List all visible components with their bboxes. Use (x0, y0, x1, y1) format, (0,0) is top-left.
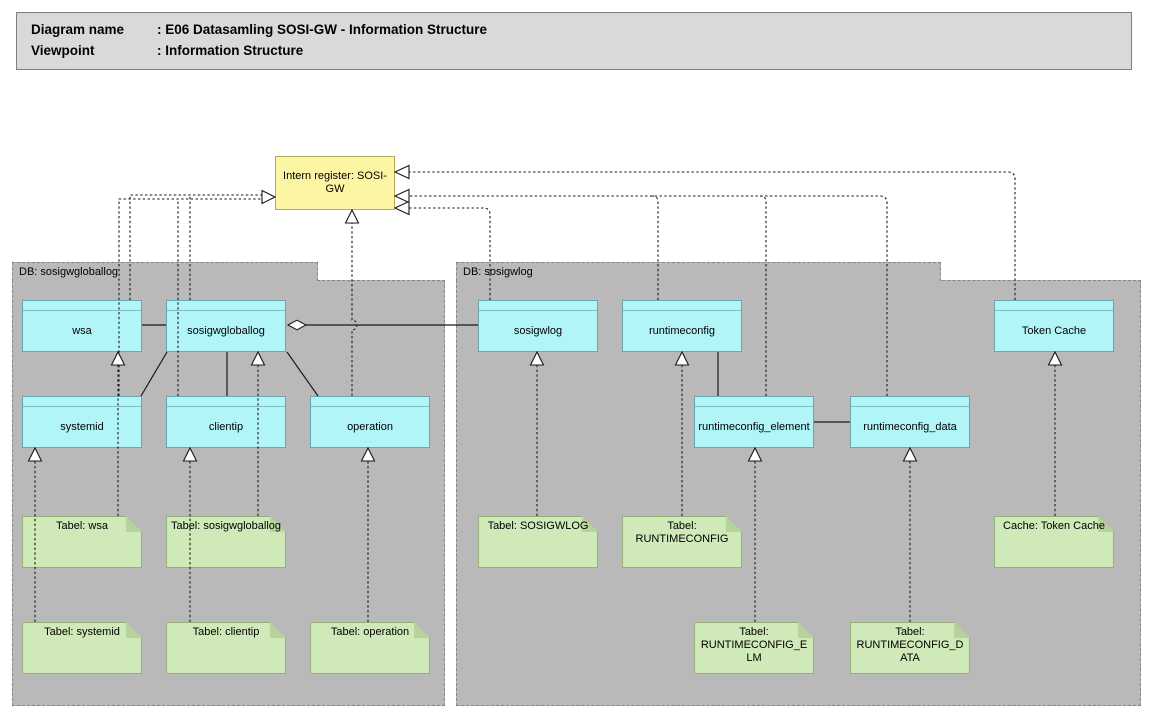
note-label: Tabel: RUNTIMECONFIG_DATA (854, 626, 966, 665)
object-runtimeconfig-data[interactable]: runtimeconfig_data (850, 396, 970, 448)
title-row-diagram-name: Diagram name : E06 Datasamling SOSI-GW -… (31, 19, 1131, 40)
note-tabel-runtimeconfig-elm[interactable]: Tabel: RUNTIMECONFIG_ELM (694, 622, 814, 674)
note-label: Cache: Token Cache (998, 520, 1110, 533)
note-tabel-clientip[interactable]: Tabel: clientip (166, 622, 286, 674)
object-header-band (167, 301, 285, 311)
realization-arrowhead-icon (395, 202, 409, 215)
object-label: operation (313, 407, 427, 447)
note-tabel-systemid[interactable]: Tabel: systemid (22, 622, 142, 674)
object-label: runtimeconfig (625, 311, 739, 351)
register-label: Intern register: SOSI-GW (279, 170, 391, 196)
object-sosigwgloballog[interactable]: sosigwgloballog (166, 300, 286, 352)
title-value: : E06 Datasamling SOSI-GW - Information … (157, 19, 487, 40)
note-tabel-runtimeconfig[interactable]: Tabel: RUNTIMECONFIG (622, 516, 742, 568)
realization-arrowhead-icon (262, 191, 275, 204)
object-header-band (23, 397, 141, 407)
group-tab-db-sosigwgloballog[interactable]: DB: sosigwgloballog (12, 262, 318, 281)
viewpoint-value: : Information Structure (157, 40, 303, 61)
note-label: Tabel: operation (314, 626, 426, 639)
object-header-band (311, 397, 429, 407)
object-label: sosigwlog (481, 311, 595, 351)
object-label: sosigwgloballog (169, 311, 283, 351)
object-label: Token Cache (997, 311, 1111, 351)
object-intern-register-sosi-gw[interactable]: Intern register: SOSI-GW (275, 156, 395, 210)
realization-arrowhead-icon (395, 166, 409, 179)
note-label: Tabel: RUNTIMECONFIG_ELM (698, 626, 810, 665)
group-tab-db-sosigwlog[interactable]: DB: sosigwlog (456, 262, 941, 281)
object-label: runtimeconfig_data (853, 407, 967, 447)
note-label: Tabel: SOSIGWLOG (482, 520, 594, 533)
note-tabel-sosigwlog[interactable]: Tabel: SOSIGWLOG (478, 516, 598, 568)
object-token-cache[interactable]: Token Cache (994, 300, 1114, 352)
note-cache-token-cache[interactable]: Cache: Token Cache (994, 516, 1114, 568)
note-label: Tabel: wsa (26, 520, 138, 533)
object-wsa[interactable]: wsa (22, 300, 142, 352)
diagram-title-block: Diagram name : E06 Datasamling SOSI-GW -… (16, 12, 1132, 70)
title-row-viewpoint: Viewpoint : Information Structure (31, 40, 1131, 61)
note-label: Tabel: RUNTIMECONFIG (626, 520, 738, 546)
object-runtimeconfig-element[interactable]: runtimeconfig_element (694, 396, 814, 448)
note-label: Tabel: sosigwgloballog (170, 520, 282, 533)
object-header-band (167, 397, 285, 407)
realization-arrowhead-icon (346, 210, 359, 223)
object-header-band (623, 301, 741, 311)
object-runtimeconfig[interactable]: runtimeconfig (622, 300, 742, 352)
viewpoint-label: Viewpoint (31, 40, 157, 61)
object-label: clientip (169, 407, 283, 447)
note-tabel-operation[interactable]: Tabel: operation (310, 622, 430, 674)
object-operation[interactable]: operation (310, 396, 430, 448)
object-header-band (23, 301, 141, 311)
object-label: systemid (25, 407, 139, 447)
title-label: Diagram name (31, 19, 157, 40)
note-label: Tabel: clientip (170, 626, 282, 639)
note-label: Tabel: systemid (26, 626, 138, 639)
note-tabel-runtimeconfig-data[interactable]: Tabel: RUNTIMECONFIG_DATA (850, 622, 970, 674)
object-label: wsa (25, 311, 139, 351)
object-header-band (995, 301, 1113, 311)
realization-arrowhead-icon (395, 190, 409, 203)
object-header-band (851, 397, 969, 407)
object-systemid[interactable]: systemid (22, 396, 142, 448)
note-tabel-wsa[interactable]: Tabel: wsa (22, 516, 142, 568)
object-clientip[interactable]: clientip (166, 396, 286, 448)
object-header-band (479, 301, 597, 311)
object-label: runtimeconfig_element (697, 407, 811, 447)
note-tabel-sosigwgloballog[interactable]: Tabel: sosigwgloballog (166, 516, 286, 568)
object-sosigwlog[interactable]: sosigwlog (478, 300, 598, 352)
object-header-band (695, 397, 813, 407)
diagram-canvas: Diagram name : E06 Datasamling SOSI-GW -… (0, 0, 1149, 717)
